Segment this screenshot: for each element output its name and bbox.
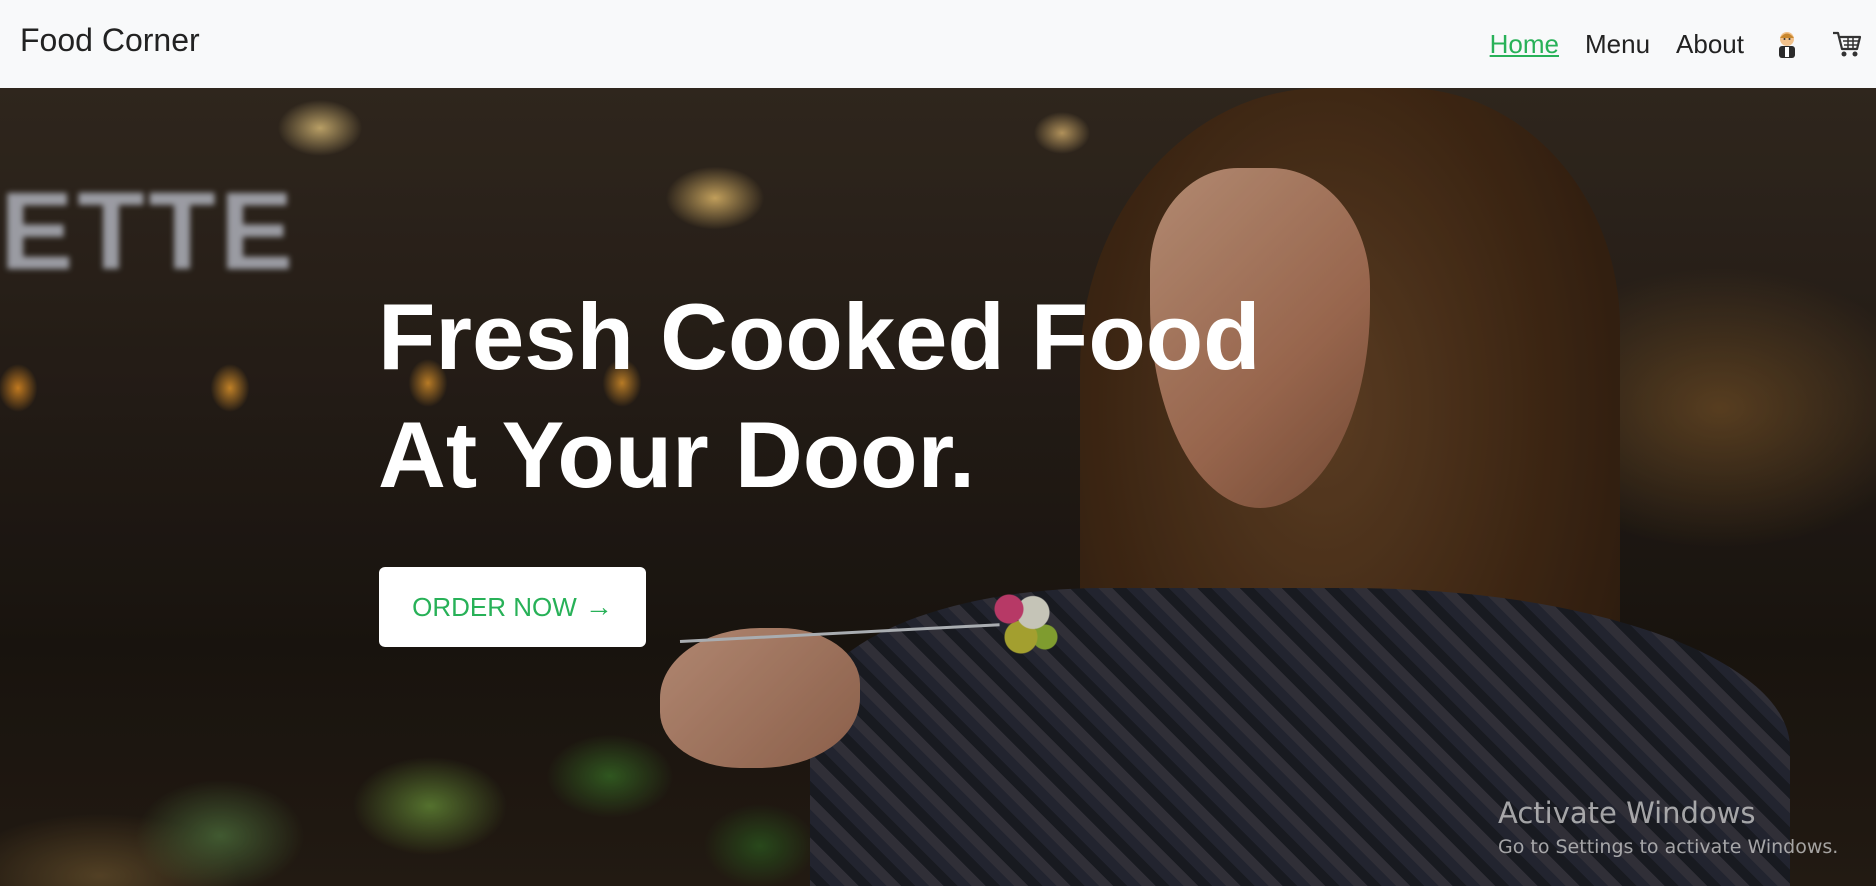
hero-headline-line2: At Your Door. — [378, 402, 976, 507]
nav-link-menu[interactable]: Menu — [1585, 29, 1650, 60]
arrow-right-icon: → — [584, 591, 613, 622]
nav-link-home[interactable]: Home — [1490, 29, 1559, 60]
user-chef-icon[interactable] — [1770, 27, 1804, 61]
top-navbar: Food Corner Home Menu About — [0, 0, 1876, 88]
order-now-label: ORDER NOW — [412, 591, 577, 622]
shopping-cart-icon[interactable] — [1830, 27, 1864, 61]
nav-link-about[interactable]: About — [1676, 29, 1744, 60]
hero-headline-line1: Fresh Cooked Food — [378, 284, 1261, 389]
brand-logo-link[interactable]: Food Corner — [20, 22, 200, 59]
nav-links: Home Menu About — [1490, 0, 1864, 88]
hero-banner: ETTE Fresh Cooked Food At Your Door. ORD… — [0, 88, 1876, 886]
windows-activation-watermark: Activate Windows Go to Settings to activ… — [1498, 796, 1838, 858]
order-now-button[interactable]: ORDER NOW → — [379, 567, 646, 647]
watermark-title: Activate Windows — [1498, 796, 1756, 830]
watermark-subtitle: Go to Settings to activate Windows. — [1498, 836, 1839, 858]
hero-headline: Fresh Cooked Food At Your Door. — [378, 278, 1261, 514]
